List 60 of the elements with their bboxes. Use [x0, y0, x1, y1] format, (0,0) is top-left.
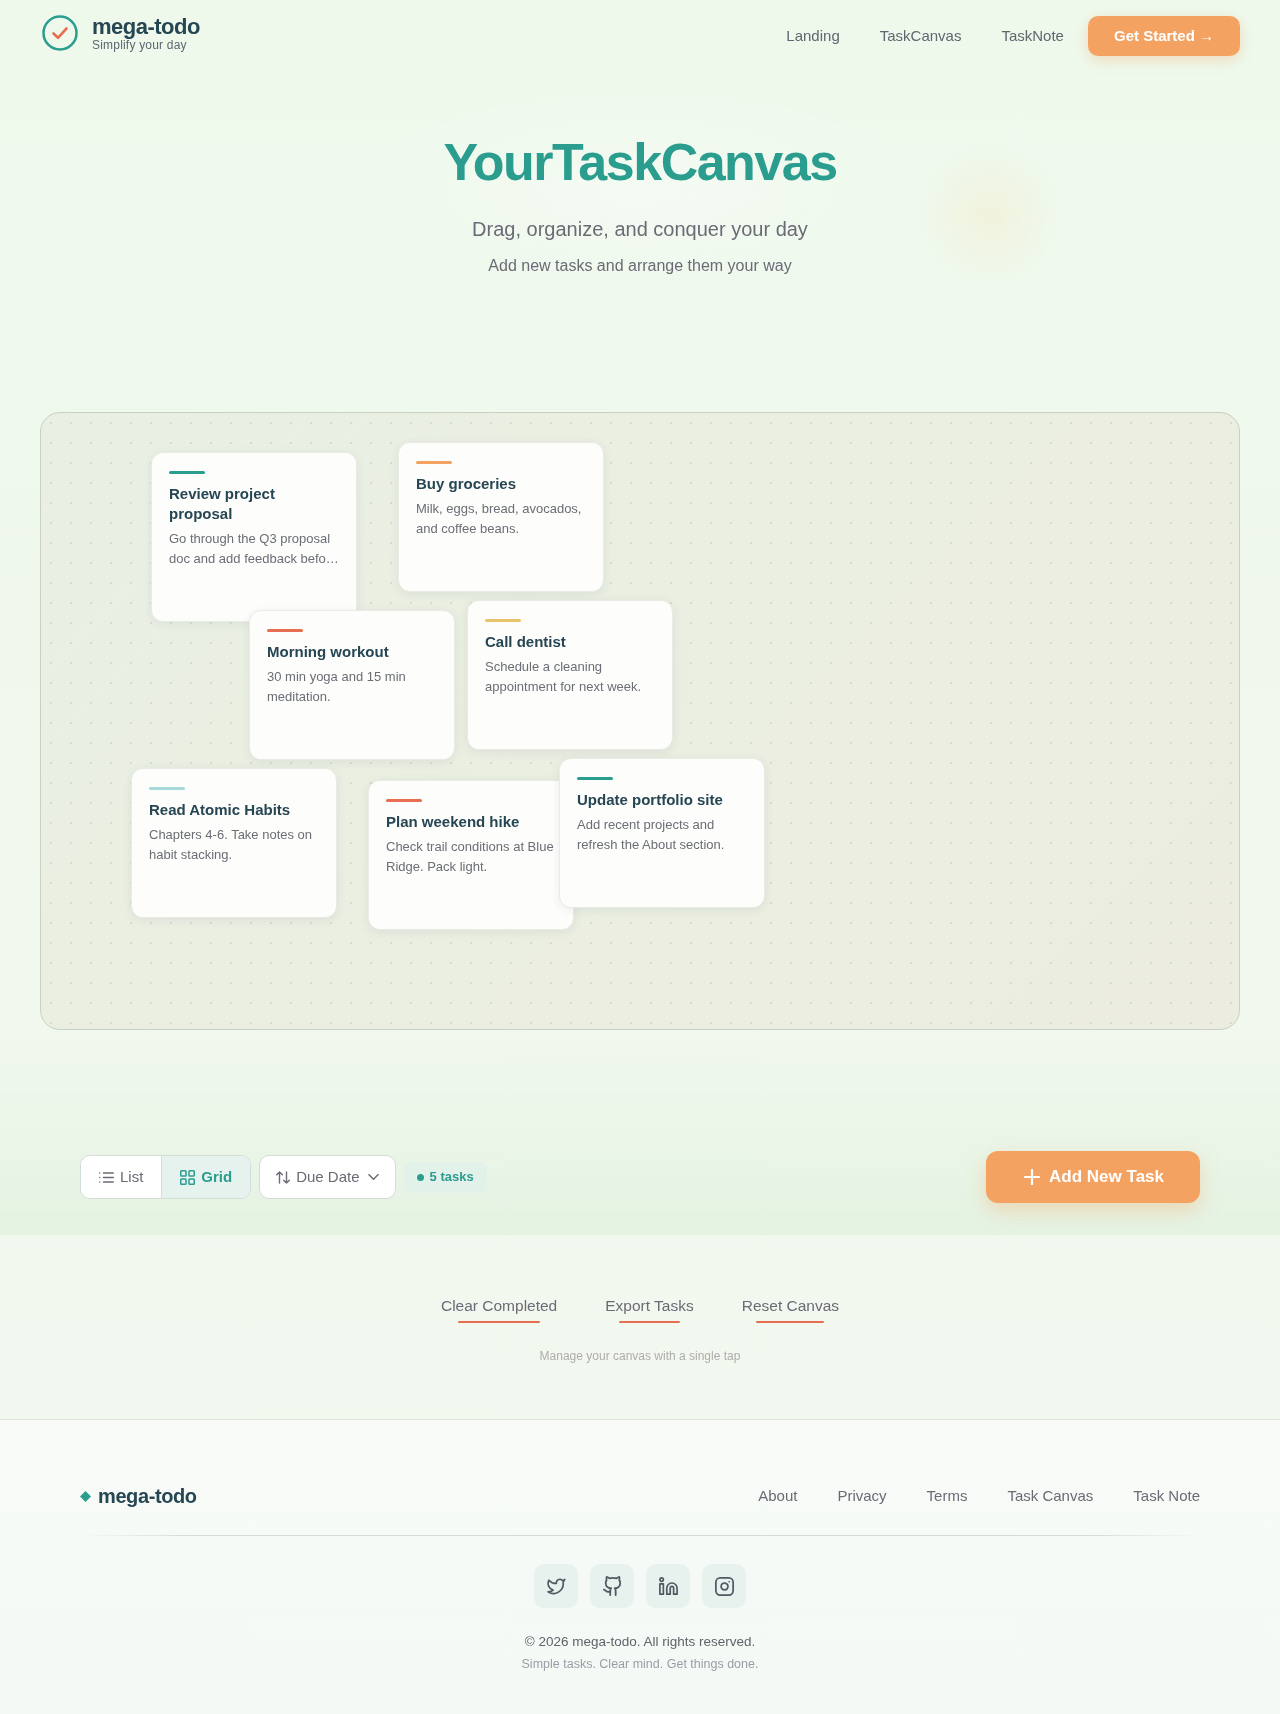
check-circle-icon	[42, 15, 78, 51]
action-link[interactable]: Reset Canvas	[741, 1295, 840, 1323]
nav-link[interactable]: TaskNote	[981, 16, 1084, 56]
copyright-text: © 2026 mega-todo. All rights reserved.	[523, 1633, 757, 1651]
plus-icon	[1024, 1169, 1041, 1185]
in-logo-icon	[658, 1577, 678, 1595]
nav-link[interactable]: TaskCanvas	[859, 16, 982, 56]
brand-name: mega-todo	[92, 14, 200, 38]
camera-icon	[714, 1576, 734, 1596]
chevron-down-icon	[367, 1174, 379, 1180]
footer-brand: mega-todo	[98, 1484, 197, 1509]
task-card[interactable]: Plan weekend hike Check trail conditions at Blue Ridge. Pack light.	[368, 780, 574, 930]
footer-link[interactable]: About	[758, 1484, 798, 1508]
task-card[interactable]: Update portfolio site Add recent projects and refresh the About section.	[559, 758, 765, 908]
hero-subtitle: Drag, organize, and conquer your day	[471, 217, 809, 242]
nav-link[interactable]: Landing	[766, 16, 860, 56]
task-card[interactable]: Review project proposal Go through the Q3 proposal doc and add feedback befo…	[151, 452, 357, 622]
task-card[interactable]: Buy groceries Milk, eggs, bread, avocados, and coffee beans.	[398, 442, 604, 592]
footer-link[interactable]: Task Canvas	[1007, 1484, 1094, 1508]
task-description: 30 min yoga and 15 min meditation.	[267, 668, 407, 706]
action-link[interactable]: Clear Completed	[440, 1295, 558, 1323]
task-card[interactable]: Morning workout 30 min yoga and 15 min meditation.	[249, 610, 455, 760]
brand-tagline: Simplify your day	[92, 37, 187, 52]
task-card[interactable]: Call dentist Schedule a cleaning appointment for next week.	[467, 600, 673, 750]
bird-icon	[546, 1577, 566, 1595]
social-link[interactable]	[590, 1564, 634, 1608]
task-count: 5 tasks	[429, 1168, 474, 1187]
status-dot-icon	[416, 1173, 424, 1181]
task-title: Morning workout	[267, 642, 390, 662]
hero-title: YourTaskCanvas	[442, 132, 838, 193]
footer-link[interactable]: Privacy	[837, 1484, 887, 1508]
task-title: Update portfolio site	[577, 790, 724, 810]
task-title: Read Atomic Habits	[149, 800, 292, 820]
social-link[interactable]	[534, 1564, 578, 1608]
task-description: Go through the Q3 proposal doc and add feedback befo…	[169, 530, 339, 568]
task-description: Milk, eggs, bread, avocados, and coffee beans.	[416, 500, 583, 538]
hero-hint: Add new tasks and arrange them your way	[487, 256, 793, 276]
footer-link[interactable]: Terms	[926, 1484, 968, 1508]
task-title: Plan weekend hike	[386, 812, 521, 832]
footer-tagline: Simple tasks. Clear mind. Get things done.	[520, 1656, 760, 1673]
task-title: Call dentist	[485, 632, 567, 652]
grid-icon	[180, 1169, 196, 1185]
sort-dropdown[interactable]: Due Date	[259, 1155, 396, 1199]
task-description: Schedule a cleaning appointment for next week.	[485, 658, 643, 696]
task-title: Buy groceries	[416, 474, 518, 494]
task-card[interactable]: Read Atomic Habits Chapters 4-6. Take notes on habit stacking.	[131, 768, 337, 918]
task-description: Add recent projects and refresh the About section.	[577, 816, 726, 854]
list-icon	[99, 1171, 114, 1183]
task-description: Chapters 4-6. Take notes on habit stacking.	[149, 826, 314, 864]
task-description: Check trail conditions at Blue Ridge. Pack light.	[386, 838, 555, 876]
social-link[interactable]	[646, 1564, 690, 1608]
grid-view-button[interactable]: Grid	[161, 1156, 251, 1198]
sort-arrows-icon	[276, 1170, 291, 1184]
action-link[interactable]: Export Tasks	[605, 1295, 694, 1323]
task-title: Review project proposal	[169, 484, 276, 524]
social-link[interactable]	[702, 1564, 746, 1608]
cat-icon	[602, 1576, 622, 1596]
diamond-icon	[80, 1490, 91, 1502]
footer-link[interactable]: Task Note	[1133, 1484, 1200, 1508]
actions-caption: Manage your canvas with a single tap	[538, 1348, 742, 1365]
